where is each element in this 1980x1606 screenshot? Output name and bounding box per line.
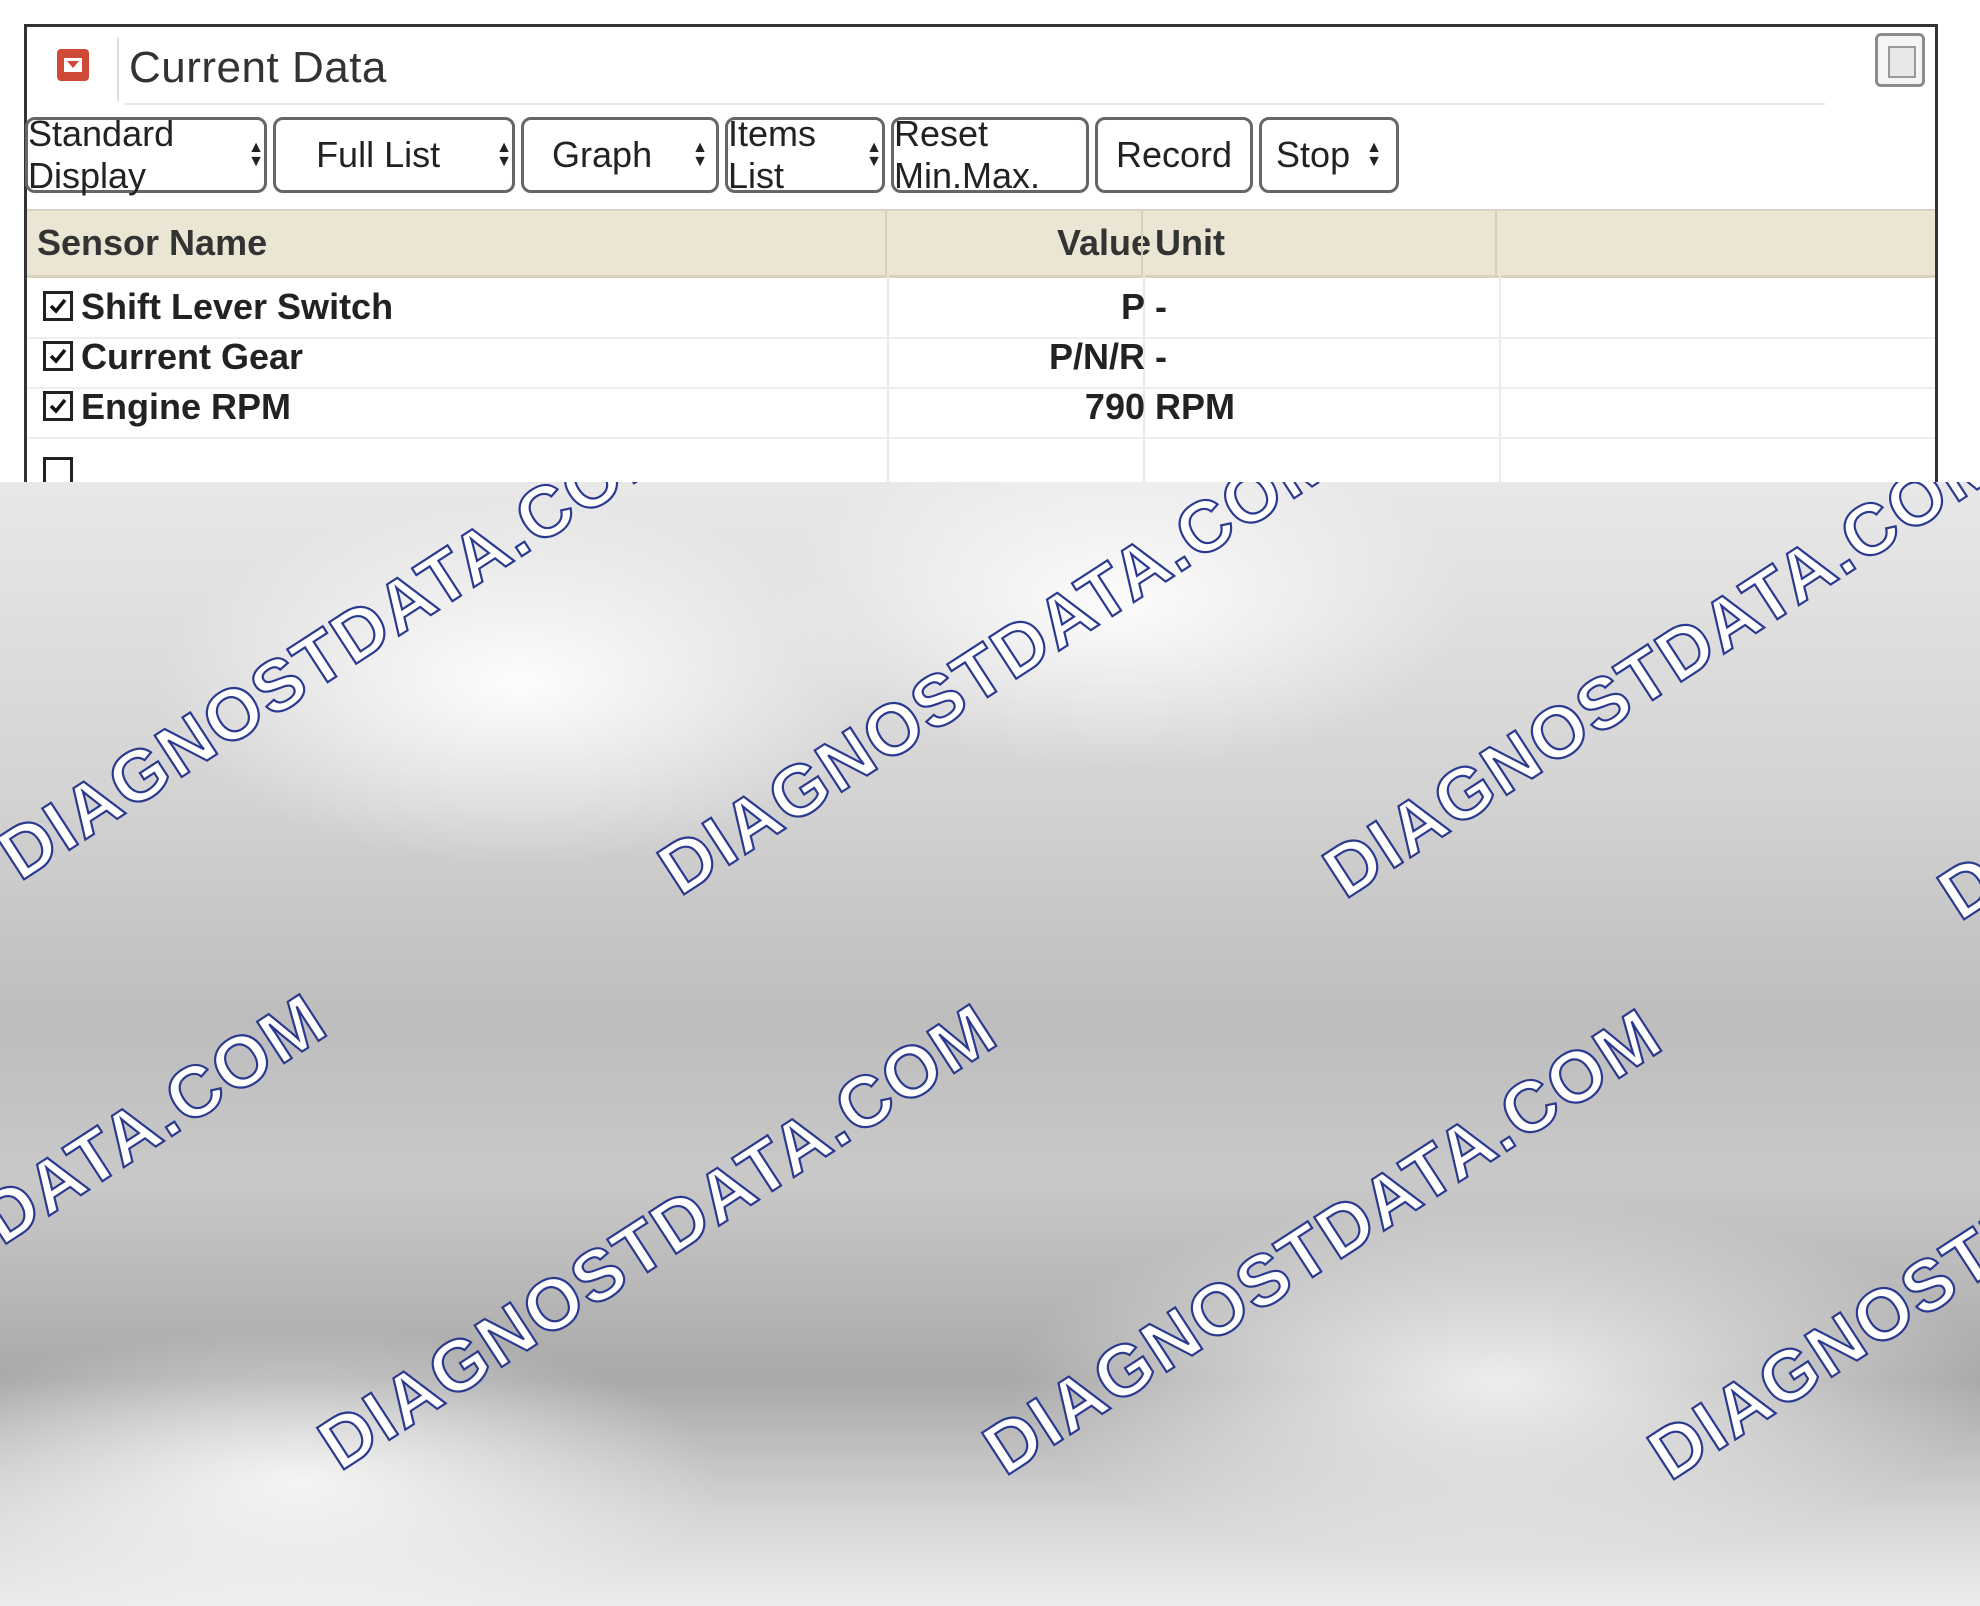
maximize-icon: [1888, 46, 1916, 78]
watermark-text: DIAGNOSTDATA.COM: [645, 482, 1351, 910]
maximize-button[interactable]: [1875, 33, 1925, 87]
watermark-text: DIAGNOSTDATA.COM: [1925, 482, 1980, 935]
watermark-text: DIAGNOSTDATA.COM: [305, 988, 1011, 1485]
window-frame: Current Data Standard Display ▲ ▼ Full Li…: [24, 24, 1938, 482]
watermark-text: DIAGNOSTDATA.COM: [0, 482, 691, 895]
toolbar: Standard Display ▲ ▼ Full List ▲ ▼ Graph ▲…: [25, 113, 1935, 199]
column-divider: [1141, 211, 1143, 275]
updown-arrows-icon: ▲ ▼: [1366, 139, 1382, 170]
watermark-text: DIAGNOSTDATA.COM: [970, 993, 1676, 1490]
row-checkbox[interactable]: [43, 341, 73, 371]
column-divider: [885, 211, 887, 275]
graph-label: Graph: [552, 134, 653, 175]
checkmark-icon: [49, 398, 67, 414]
column-header-value[interactable]: Value: [1057, 211, 1151, 275]
full-list-label: Full List: [316, 134, 441, 175]
watermark-layer: DIAGNOSTDATA.COM DIAGNOSTDATA.COM DIAGNO…: [0, 482, 1980, 1497]
current-data-panel: Current Data Standard Display ▲ ▼ Full Li…: [0, 0, 1980, 482]
watermark-text: DIAGNOSTDATA.COM: [1310, 482, 1980, 913]
screenshot: Current Data Standard Display ▲ ▼ Full Li…: [0, 0, 1980, 1606]
window-title: Current Data: [129, 43, 387, 92]
stop-select[interactable]: Stop ▲ ▼: [1259, 117, 1399, 193]
watermark-area: DIAGNOSTDATA.COM DIAGNOSTDATA.COM DIAGNO…: [0, 482, 1980, 1606]
record-label: Record: [1115, 134, 1233, 175]
column-divider: [1495, 211, 1497, 275]
watermark-text: DIAGNOSTDATA.COM: [1635, 998, 1980, 1495]
updown-arrows-icon: ▲ ▼: [692, 139, 708, 170]
sensor-table: Sensor Name Value Unit Shift Lever Switc…: [27, 209, 1935, 482]
updown-arrows-icon: ▲ ▼: [866, 139, 882, 170]
table-header: Sensor Name Value Unit: [27, 209, 1935, 278]
table-row-partial: [27, 427, 1935, 482]
updown-arrows-icon: ▲ ▼: [248, 139, 264, 170]
items-list-select[interactable]: Items List ▲ ▼: [725, 113, 885, 196]
row-checkbox[interactable]: [43, 391, 73, 421]
column-header-sensor-name[interactable]: Sensor Name: [37, 211, 267, 275]
collapse-icon[interactable]: [57, 49, 89, 81]
title-underline: [125, 103, 1825, 105]
row-checkbox: [43, 457, 73, 482]
reset-min-max-button[interactable]: Reset Min.Max.: [891, 113, 1089, 196]
chevron-down-icon: [64, 58, 82, 72]
title-divider: [117, 37, 119, 101]
updown-arrows-icon: ▲ ▼: [496, 139, 512, 170]
reset-min-max-label: Reset Min.Max.: [894, 113, 1041, 196]
title-bar: Current Data: [27, 27, 1935, 105]
row-checkbox[interactable]: [43, 291, 73, 321]
items-list-label: Items List: [728, 113, 817, 196]
graph-select[interactable]: Graph ▲ ▼: [521, 117, 719, 193]
standard-display-select[interactable]: Standard Display ▲ ▼: [25, 113, 267, 196]
stop-label: Stop: [1276, 134, 1351, 175]
checkmark-icon: [49, 348, 67, 364]
full-list-select[interactable]: Full List ▲ ▼: [273, 117, 515, 193]
record-button[interactable]: Record: [1095, 117, 1253, 193]
watermark-text: DIAGNOSTDATA.COM: [0, 978, 341, 1475]
standard-display-label: Standard Display: [28, 113, 175, 196]
column-header-unit[interactable]: Unit: [1155, 211, 1225, 275]
checkmark-icon: [49, 298, 67, 314]
